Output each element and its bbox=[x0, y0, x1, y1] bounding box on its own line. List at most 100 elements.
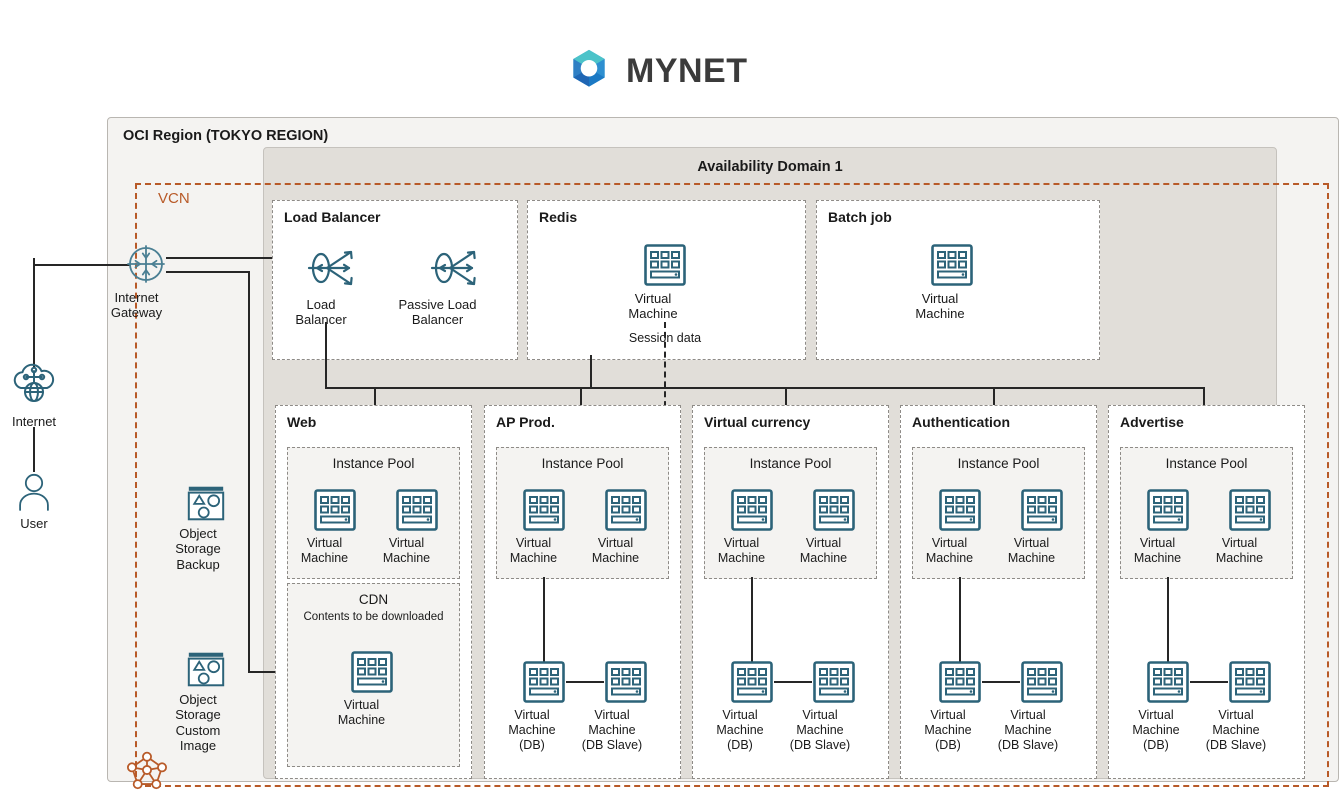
passive-load-balancer-label: Passive Load Balancer bbox=[398, 297, 477, 328]
line-advertise-db-replication bbox=[1190, 681, 1228, 683]
advertise-vm-1-label: Virtual Machine bbox=[1133, 536, 1182, 565]
virtual-currency-db: Virtual Machine (DB) bbox=[716, 660, 774, 752]
redis-vm-label: Virtual Machine bbox=[628, 291, 678, 322]
ap-prod-db-slave: Virtual Machine (DB Slave) bbox=[582, 660, 648, 752]
virtual-machine-icon bbox=[604, 488, 648, 532]
line-gateway-to-cdn-v bbox=[248, 271, 250, 673]
virtual-machine-icon bbox=[938, 660, 982, 704]
batch-job-vm-node: Virtual Machine bbox=[915, 243, 974, 322]
diagram-canvas: MYNET OCI Region (TOKYO REGION) Availabi… bbox=[0, 0, 1344, 798]
advertise-db-slave: Virtual Machine (DB Slave) bbox=[1206, 660, 1272, 752]
line-internet-user bbox=[33, 427, 35, 472]
user-label: User bbox=[20, 516, 48, 531]
vcn-label: VCN bbox=[158, 190, 190, 207]
vcn-mesh-icon bbox=[124, 748, 170, 792]
internet-node: Internet bbox=[8, 362, 60, 429]
virtual-machine-icon bbox=[812, 488, 856, 532]
brand-logo: MYNET bbox=[566, 48, 748, 94]
virtual-machine-icon bbox=[522, 488, 566, 532]
virtual-machine-icon bbox=[313, 488, 357, 532]
ap-prod-db-slave-label: Virtual Machine (DB Slave) bbox=[581, 708, 643, 752]
authentication-vm-2: Virtual Machine bbox=[1008, 488, 1064, 566]
virtual-currency-instance-pool-title: Instance Pool bbox=[749, 456, 832, 471]
authentication-db-slave-label: Virtual Machine (DB Slave) bbox=[997, 708, 1059, 752]
virtual-machine-icon bbox=[1020, 660, 1064, 704]
virtual-currency-vm-1-label: Virtual Machine bbox=[717, 536, 766, 565]
advertise-vm-1: Virtual Machine bbox=[1134, 488, 1190, 566]
authentication-vm-2-label: Virtual Machine bbox=[1007, 536, 1056, 565]
virtual-currency-vm-1: Virtual Machine bbox=[718, 488, 774, 566]
ap-prod-instance-pool-title: Instance Pool bbox=[541, 456, 624, 471]
web-cdn-vm-label: Virtual Machine bbox=[337, 698, 386, 727]
web-vm-1: Virtual Machine bbox=[301, 488, 357, 566]
internet-gateway-label: Internet Gateway bbox=[110, 290, 163, 321]
passive-load-balancer-node: Passive Load Balancer bbox=[398, 243, 480, 328]
redis-section-title: Redis bbox=[539, 209, 578, 225]
column-web-title: Web bbox=[287, 414, 317, 430]
web-cdn-title: CDN bbox=[358, 592, 389, 607]
web-vm-2: Virtual Machine bbox=[383, 488, 439, 566]
web-cdn-vm: Virtual Machine bbox=[338, 650, 394, 728]
ap-prod-db: Virtual Machine (DB) bbox=[508, 660, 566, 752]
advertise-vm-2: Virtual Machine bbox=[1216, 488, 1272, 566]
authentication-vm-1-label: Virtual Machine bbox=[925, 536, 974, 565]
load-balancer-node: Load Balancer bbox=[295, 243, 357, 328]
user-node: User bbox=[12, 472, 56, 531]
web-vm-1-label: Virtual Machine bbox=[300, 536, 349, 565]
authentication-instance-pool-title: Instance Pool bbox=[957, 456, 1040, 471]
advertise-vm-2-label: Virtual Machine bbox=[1215, 536, 1264, 565]
virtual-machine-icon bbox=[1146, 660, 1190, 704]
object-storage-custom-image-label: Object Storage Custom Image bbox=[175, 692, 221, 753]
line-bus-stub-ap-prod bbox=[590, 355, 592, 388]
vcn-mesh-node bbox=[124, 748, 170, 797]
brand-name: MYNET bbox=[626, 52, 748, 90]
virtual-machine-icon bbox=[930, 243, 974, 287]
oci-region-title: OCI Region (TOKYO REGION) bbox=[123, 128, 329, 144]
virtual-machine-icon bbox=[730, 660, 774, 704]
virtual-machine-icon bbox=[1146, 488, 1190, 532]
authentication-db: Virtual Machine (DB) bbox=[924, 660, 982, 752]
object-storage-icon bbox=[186, 650, 226, 688]
batch-job-vm-label: Virtual Machine bbox=[915, 291, 965, 322]
column-authentication-title: Authentication bbox=[912, 414, 1010, 430]
web-vm-2-label: Virtual Machine bbox=[382, 536, 431, 565]
advertise-db: Virtual Machine (DB) bbox=[1132, 660, 1190, 752]
ap-prod-vm-1: Virtual Machine bbox=[510, 488, 566, 566]
mynet-ring-logo-icon bbox=[566, 48, 612, 94]
advertise-db-slave-label: Virtual Machine (DB Slave) bbox=[1205, 708, 1267, 752]
web-instance-pool-title: Instance Pool bbox=[332, 456, 415, 471]
column-ap-prod-title: AP Prod. bbox=[496, 414, 555, 430]
virtual-currency-db-slave: Virtual Machine (DB Slave) bbox=[790, 660, 856, 752]
ap-prod-vm-2-label: Virtual Machine bbox=[591, 536, 640, 565]
web-cdn-subtitle: Contents to be downloaded bbox=[303, 611, 444, 623]
virtual-currency-db-slave-label: Virtual Machine (DB Slave) bbox=[789, 708, 851, 752]
user-icon bbox=[16, 472, 52, 512]
virtual-machine-icon bbox=[522, 660, 566, 704]
availability-domain-title: Availability Domain 1 bbox=[697, 159, 843, 175]
line-ap-prod-pool-to-db bbox=[543, 577, 545, 663]
line-virtual-currency-pool-to-db bbox=[751, 577, 753, 663]
load-balancer-label: Load Balancer bbox=[295, 297, 347, 328]
virtual-machine-icon bbox=[730, 488, 774, 532]
object-storage-custom-image-node: Object Storage Custom Image bbox=[175, 650, 229, 753]
virtual-machine-icon bbox=[1020, 488, 1064, 532]
virtual-machine-icon bbox=[643, 243, 687, 287]
line-gateway-to-cdn-h1 bbox=[166, 271, 250, 273]
line-advertise-pool-to-db bbox=[1167, 577, 1169, 663]
cloud-globe-icon bbox=[8, 362, 60, 410]
authentication-vm-1: Virtual Machine bbox=[926, 488, 982, 566]
virtual-machine-icon bbox=[350, 650, 394, 694]
virtual-machine-icon bbox=[395, 488, 439, 532]
virtual-machine-icon bbox=[1228, 488, 1272, 532]
ap-prod-vm-1-label: Virtual Machine bbox=[509, 536, 558, 565]
internet-gateway-node: Internet Gateway bbox=[111, 242, 169, 321]
object-storage-backup-node: Object Storage Backup bbox=[175, 484, 229, 572]
internet-gateway-icon bbox=[124, 242, 168, 286]
load-balancer-section-title: Load Balancer bbox=[284, 209, 381, 225]
virtual-machine-icon bbox=[1228, 660, 1272, 704]
authentication-db-slave: Virtual Machine (DB Slave) bbox=[998, 660, 1064, 752]
line-ap-prod-db-replication bbox=[566, 681, 604, 683]
advertise-instance-pool-title: Instance Pool bbox=[1165, 456, 1248, 471]
line-lb-down bbox=[325, 322, 327, 388]
virtual-machine-icon bbox=[938, 488, 982, 532]
